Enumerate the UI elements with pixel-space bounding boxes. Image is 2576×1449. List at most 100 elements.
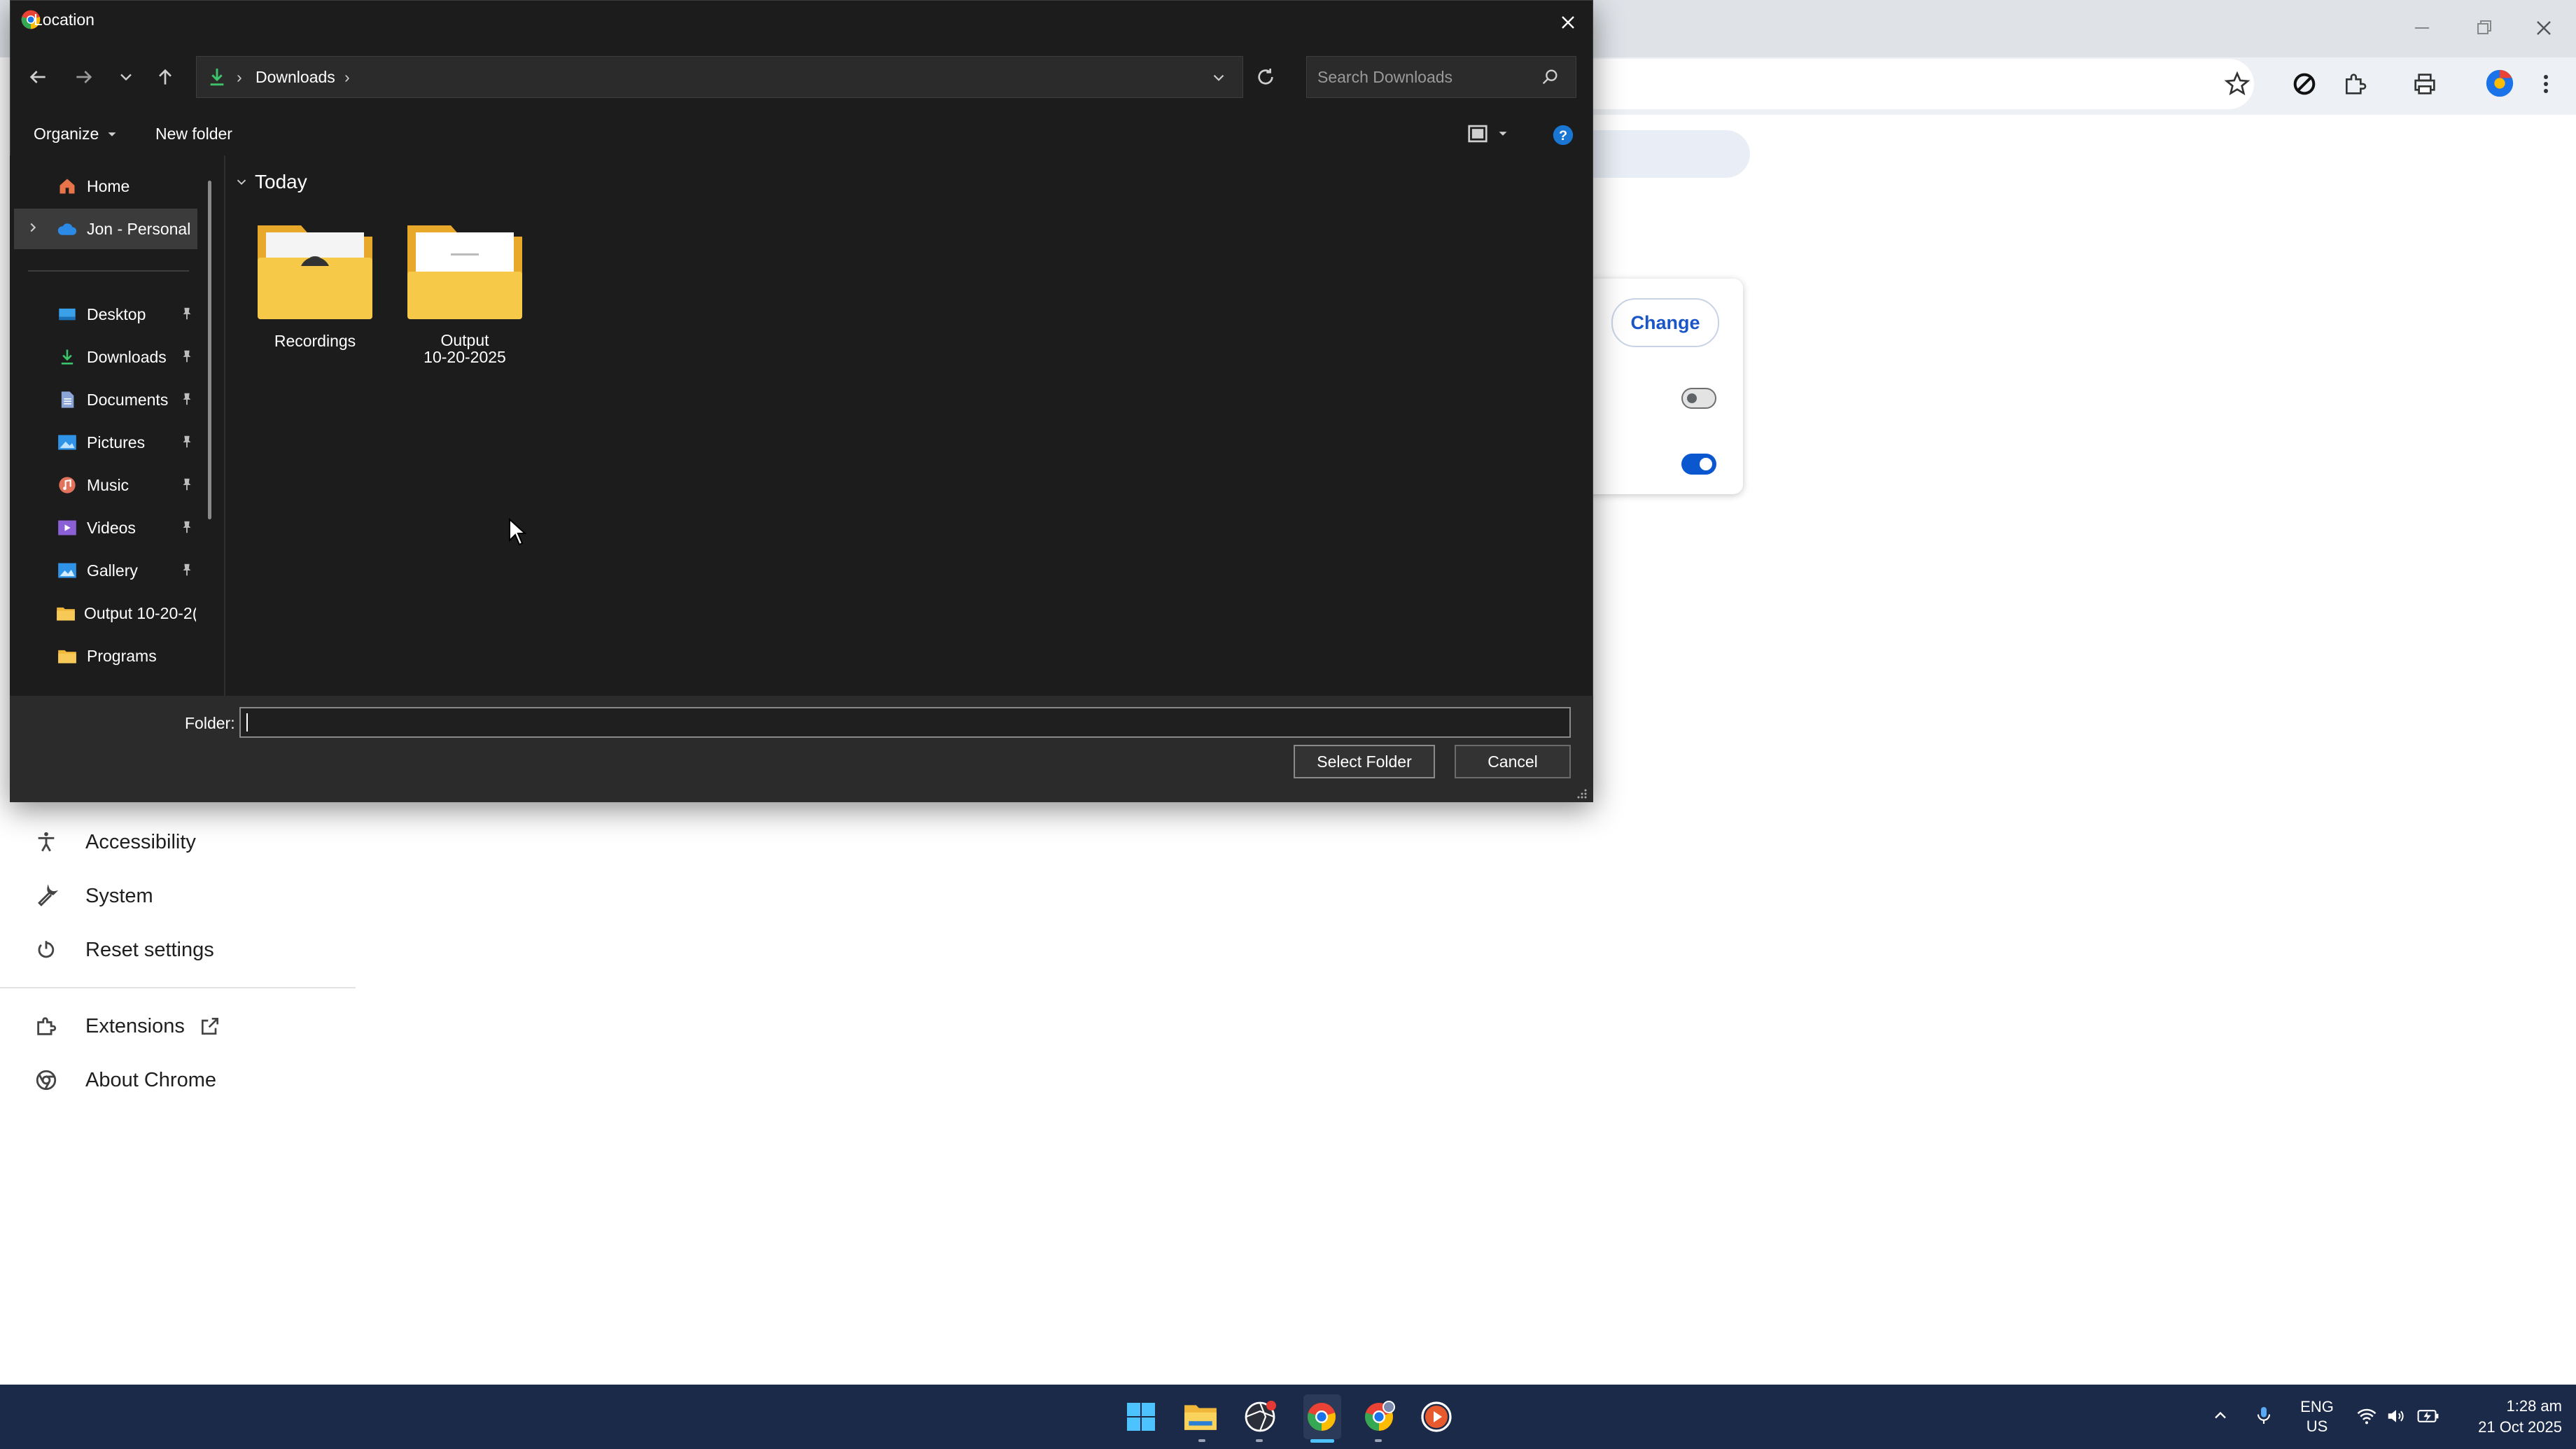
running-indicator	[1256, 1439, 1263, 1442]
nav-item-output-folder[interactable]: Output 10-20-2(	[56, 594, 196, 633]
folder-name-line1: Output	[440, 331, 489, 349]
folder-name-line2: 10-20-2025	[424, 348, 506, 366]
view-options-button[interactable]	[1466, 123, 1511, 144]
address-dropdown-icon[interactable]	[1210, 69, 1228, 87]
sidebar-item-accessibility[interactable]: Accessibility	[28, 821, 196, 863]
nav-item-label: Documents	[87, 390, 169, 409]
start-button[interactable]	[1124, 1400, 1158, 1434]
puzzle-icon	[28, 1014, 64, 1038]
nav-item-home[interactable]: Home	[56, 167, 130, 206]
clock[interactable]: 1:28 am 21 Oct 2025	[2450, 1396, 2562, 1438]
print-icon[interactable]	[2411, 70, 2439, 98]
download-icon	[206, 66, 228, 88]
sidebar-item-label: About Chrome	[85, 1068, 216, 1091]
nav-item-gallery[interactable]: Gallery	[56, 551, 138, 590]
nav-item-label: Gallery	[87, 561, 138, 580]
organize-label: Organize	[34, 125, 99, 143]
resize-grip-icon[interactable]	[1575, 787, 1588, 799]
view-dropdown-icon	[1499, 132, 1507, 136]
folder-input[interactable]	[239, 707, 1571, 738]
wrench-icon	[28, 884, 64, 908]
text-caret	[246, 713, 248, 732]
nav-item-label: Videos	[87, 518, 136, 537]
settings-search-field[interactable]	[1575, 130, 1750, 178]
recent-locations-chevron-icon[interactable]	[116, 67, 136, 87]
folder-field-label: Folder:	[185, 714, 235, 732]
cancel-button[interactable]: Cancel	[1455, 745, 1571, 778]
nav-scrollbar[interactable]	[208, 181, 211, 519]
clock-time: 1:28 am	[2506, 1397, 2563, 1415]
nav-item-desktop[interactable]: Desktop	[56, 295, 146, 334]
show-hidden-icons-chevron-icon[interactable]	[2211, 1406, 2230, 1425]
chrome-profile-taskbar-icon[interactable]	[1362, 1400, 1396, 1434]
clock-date: 21 Oct 2025	[2478, 1418, 2562, 1436]
extensions-puzzle-icon[interactable]	[2341, 70, 2369, 98]
ask-where-to-save-toggle[interactable]	[1681, 388, 1716, 409]
file-explorer-taskbar-icon[interactable]	[1183, 1400, 1218, 1434]
new-folder-button[interactable]: New folder	[155, 125, 232, 144]
restore-button[interactable]	[2470, 14, 2498, 42]
close-window-button[interactable]	[2530, 14, 2558, 42]
breadcrumb-chevron-icon[interactable]: ›	[344, 68, 350, 87]
nav-pane-divider	[224, 155, 225, 696]
screen-recorder-taskbar-icon[interactable]	[1243, 1400, 1277, 1434]
nav-item-documents[interactable]: Documents	[56, 380, 168, 419]
media-player-taskbar-icon[interactable]	[1420, 1400, 1453, 1434]
bookmark-star-icon[interactable]	[2223, 70, 2251, 98]
video-icon	[56, 517, 78, 539]
organize-menu[interactable]: Organize	[34, 125, 120, 144]
nav-item-jon-personal[interactable]: Jon - Personal	[56, 209, 190, 248]
help-icon[interactable]: ?	[1551, 123, 1575, 147]
folder-item-name: Recordings	[274, 332, 356, 350]
nav-divider	[28, 270, 189, 272]
music-icon	[56, 474, 78, 496]
group-header-today[interactable]: Today	[234, 171, 307, 193]
select-folder-button[interactable]: Select Folder	[1294, 745, 1435, 778]
nav-item-pictures[interactable]: Pictures	[56, 423, 145, 462]
folder-icon	[258, 225, 372, 319]
up-button[interactable]	[154, 66, 176, 88]
wifi-icon[interactable]	[2356, 1406, 2377, 1427]
chrome-taskbar-icon[interactable]	[1305, 1400, 1338, 1434]
nav-item-videos[interactable]: Videos	[56, 508, 136, 547]
forward-button[interactable]	[73, 66, 95, 88]
svg-text:?: ?	[1559, 128, 1567, 144]
search-icon[interactable]	[1540, 67, 1560, 87]
nav-item-programs[interactable]: Programs	[56, 636, 157, 676]
chrome-menu-icon[interactable]	[2535, 70, 2556, 98]
breadcrumb-downloads[interactable]: Downloads	[255, 68, 335, 87]
pin-icon	[179, 349, 195, 364]
folder-item-recordings[interactable]: Recordings	[252, 217, 378, 351]
download-icon	[56, 346, 78, 368]
dialog-close-button[interactable]	[1553, 7, 1583, 38]
sidebar-item-reset[interactable]: Reset settings	[28, 929, 214, 971]
profile-avatar[interactable]	[2484, 67, 2516, 99]
microphone-icon[interactable]	[2253, 1404, 2275, 1427]
show-downloads-toggle[interactable]	[1681, 454, 1716, 475]
group-header-label: Today	[255, 171, 307, 192]
back-button[interactable]	[27, 66, 49, 88]
reset-icon	[28, 938, 64, 962]
refresh-icon[interactable]	[1254, 66, 1277, 88]
folder-item-output[interactable]: Output 10-20-2025	[402, 217, 528, 365]
language-indicator[interactable]: ENG US	[2300, 1397, 2334, 1436]
sidebar-item-about-chrome[interactable]: About Chrome	[28, 1059, 216, 1101]
nav-item-music[interactable]: Music	[56, 465, 129, 505]
minimize-button[interactable]	[2408, 14, 2436, 42]
nav-item-label: Downloads	[87, 347, 167, 366]
battery-icon[interactable]	[2416, 1406, 2440, 1427]
active-indicator	[1310, 1439, 1334, 1443]
volume-icon[interactable]	[2386, 1406, 2407, 1427]
address-bar[interactable]	[1568, 59, 2254, 109]
home-icon	[56, 175, 78, 197]
folder-icon	[56, 602, 76, 624]
block-icon[interactable]	[2290, 70, 2318, 98]
expand-chevron-icon[interactable]	[25, 220, 41, 235]
sidebar-item-system[interactable]: System	[28, 875, 153, 917]
address-breadcrumb[interactable]	[196, 56, 1243, 98]
nav-item-downloads[interactable]: Downloads	[56, 337, 167, 377]
sidebar-item-extensions[interactable]: Extensions	[28, 1005, 221, 1047]
change-location-button[interactable]: Change	[1611, 298, 1719, 347]
chrome-icon	[28, 1068, 64, 1092]
organize-dropdown-icon	[108, 132, 116, 136]
